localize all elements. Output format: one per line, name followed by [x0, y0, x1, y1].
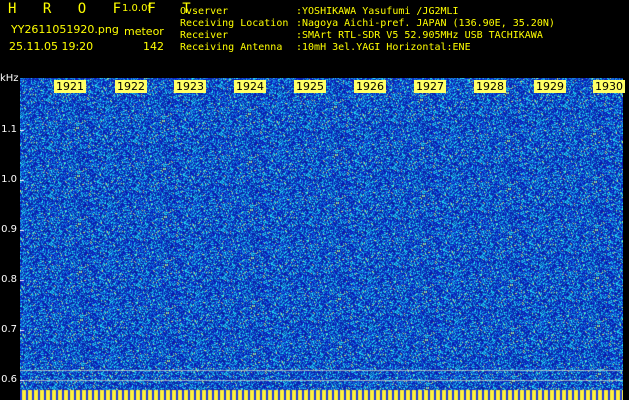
info-key: Ovserver: [180, 6, 229, 17]
minute-marker: 1927: [414, 80, 446, 93]
info-value: :Nagoya Aichi-pref. JAPAN (136.90E, 35.2…: [296, 18, 555, 29]
info-value: :10mH 3el.YAGI Horizontal:ENE: [296, 42, 471, 53]
info-row-antenna: Receiving Antenna :10mH 3el.YAGI Horizont…: [180, 42, 555, 54]
y-tick-label: 1.0: [1, 174, 17, 185]
info-key: Receiving Antenna: [180, 42, 283, 53]
y-tick-label: 0.6: [1, 374, 17, 385]
frequency-unit-label: kHz: [0, 73, 19, 84]
minute-marker: 1923: [174, 80, 206, 93]
minute-marker: 1929: [534, 80, 566, 93]
y-tick-label: 0.7: [1, 324, 17, 335]
version-label: 1.0.0f: [122, 3, 151, 14]
minute-marker: 1930: [593, 80, 625, 93]
meteor-count: 142: [143, 40, 164, 53]
minute-marker: 1921: [54, 80, 86, 93]
minute-marker: 1926: [354, 80, 386, 93]
app-title: H R O F F T: [8, 1, 200, 17]
station-info: Ovserver :YOSHIKAWA Yasufumi /JG2MLI Rece…: [180, 6, 555, 54]
minute-marker: 1922: [115, 80, 147, 93]
minute-marker: 1925: [294, 80, 326, 93]
y-tick-label: 0.9: [1, 224, 17, 235]
info-row-receiver: Receiver :SMArt RTL-SDR V5 52.905MHz USB …: [180, 30, 555, 42]
info-row-observer: Ovserver :YOSHIKAWA Yasufumi /JG2MLI: [180, 6, 555, 18]
spectrogram[interactable]: [20, 78, 623, 400]
filename-label: YY2611051920.png: [11, 23, 119, 36]
meteor-label: meteor: [124, 25, 164, 38]
y-tick-label: 1.1: [1, 124, 17, 135]
minute-marker: 1928: [474, 80, 506, 93]
info-value: :YOSHIKAWA Yasufumi /JG2MLI: [296, 6, 459, 17]
info-value: :SMArt RTL-SDR V5 52.905MHz USB TACHIKAW…: [296, 30, 543, 41]
info-key: Receiver: [180, 30, 229, 41]
info-row-location: Receiving Location :Nagoya Aichi-pref. JA…: [180, 18, 555, 30]
info-key: Receiving Location: [180, 18, 289, 29]
minute-marker: 1924: [234, 80, 266, 93]
y-tick-label: 0.8: [1, 274, 17, 285]
datetime-label: 25.11.05 19:20: [9, 40, 94, 53]
